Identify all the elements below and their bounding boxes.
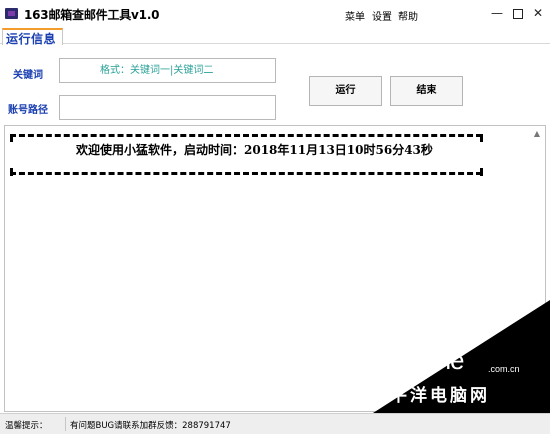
log-border-top xyxy=(10,134,482,137)
minimize-icon[interactable]: — xyxy=(486,3,508,23)
app-icon xyxy=(5,8,18,19)
log-line: 欢迎使用小猛软件，启动时间：2018年11月13日10时56分43秒 xyxy=(76,143,433,157)
status-separator xyxy=(65,417,66,431)
path-input[interactable] xyxy=(59,95,276,120)
keyword-label: 关键词 xyxy=(13,70,43,81)
log-border-right-top xyxy=(480,134,483,142)
scroll-up-icon[interactable]: ▲ xyxy=(529,126,545,142)
keyword-input[interactable] xyxy=(59,58,276,83)
tab-strip xyxy=(0,28,550,44)
tab-run-info[interactable]: 运行信息 xyxy=(2,28,63,46)
watermark-subtitle: 太平洋电脑网 xyxy=(370,386,490,406)
log-border-right-bottom xyxy=(480,168,483,176)
watermark-domain: .com.cn xyxy=(488,364,520,374)
menu-item-settings[interactable]: 设置 xyxy=(372,8,392,23)
maximize-icon[interactable] xyxy=(506,3,528,23)
log-border-bottom xyxy=(10,172,482,175)
menu-item-menu[interactable]: 菜单 xyxy=(345,8,365,23)
watermark-brand: PConline xyxy=(366,345,465,375)
path-label: 账号路径 xyxy=(8,105,48,116)
status-bar: 温馨提示： 有问题BUG请联系加群反馈：288791747 xyxy=(0,413,550,434)
status-label: 温馨提示： xyxy=(5,421,48,431)
status-message: 有问题BUG请联系加群反馈：288791747 xyxy=(70,421,231,431)
close-icon[interactable]: ✕ xyxy=(527,3,549,23)
stop-button[interactable]: 结束 xyxy=(390,76,463,106)
run-button[interactable]: 运行 xyxy=(309,76,382,106)
title-bar: 163邮箱查邮件工具v1.0 菜单 设置 帮助 — ✕ xyxy=(0,0,550,28)
tab-label: 运行信息 xyxy=(6,32,57,46)
menu-item-help[interactable]: 帮助 xyxy=(398,8,418,23)
window-title: 163邮箱查邮件工具v1.0 xyxy=(24,8,160,22)
